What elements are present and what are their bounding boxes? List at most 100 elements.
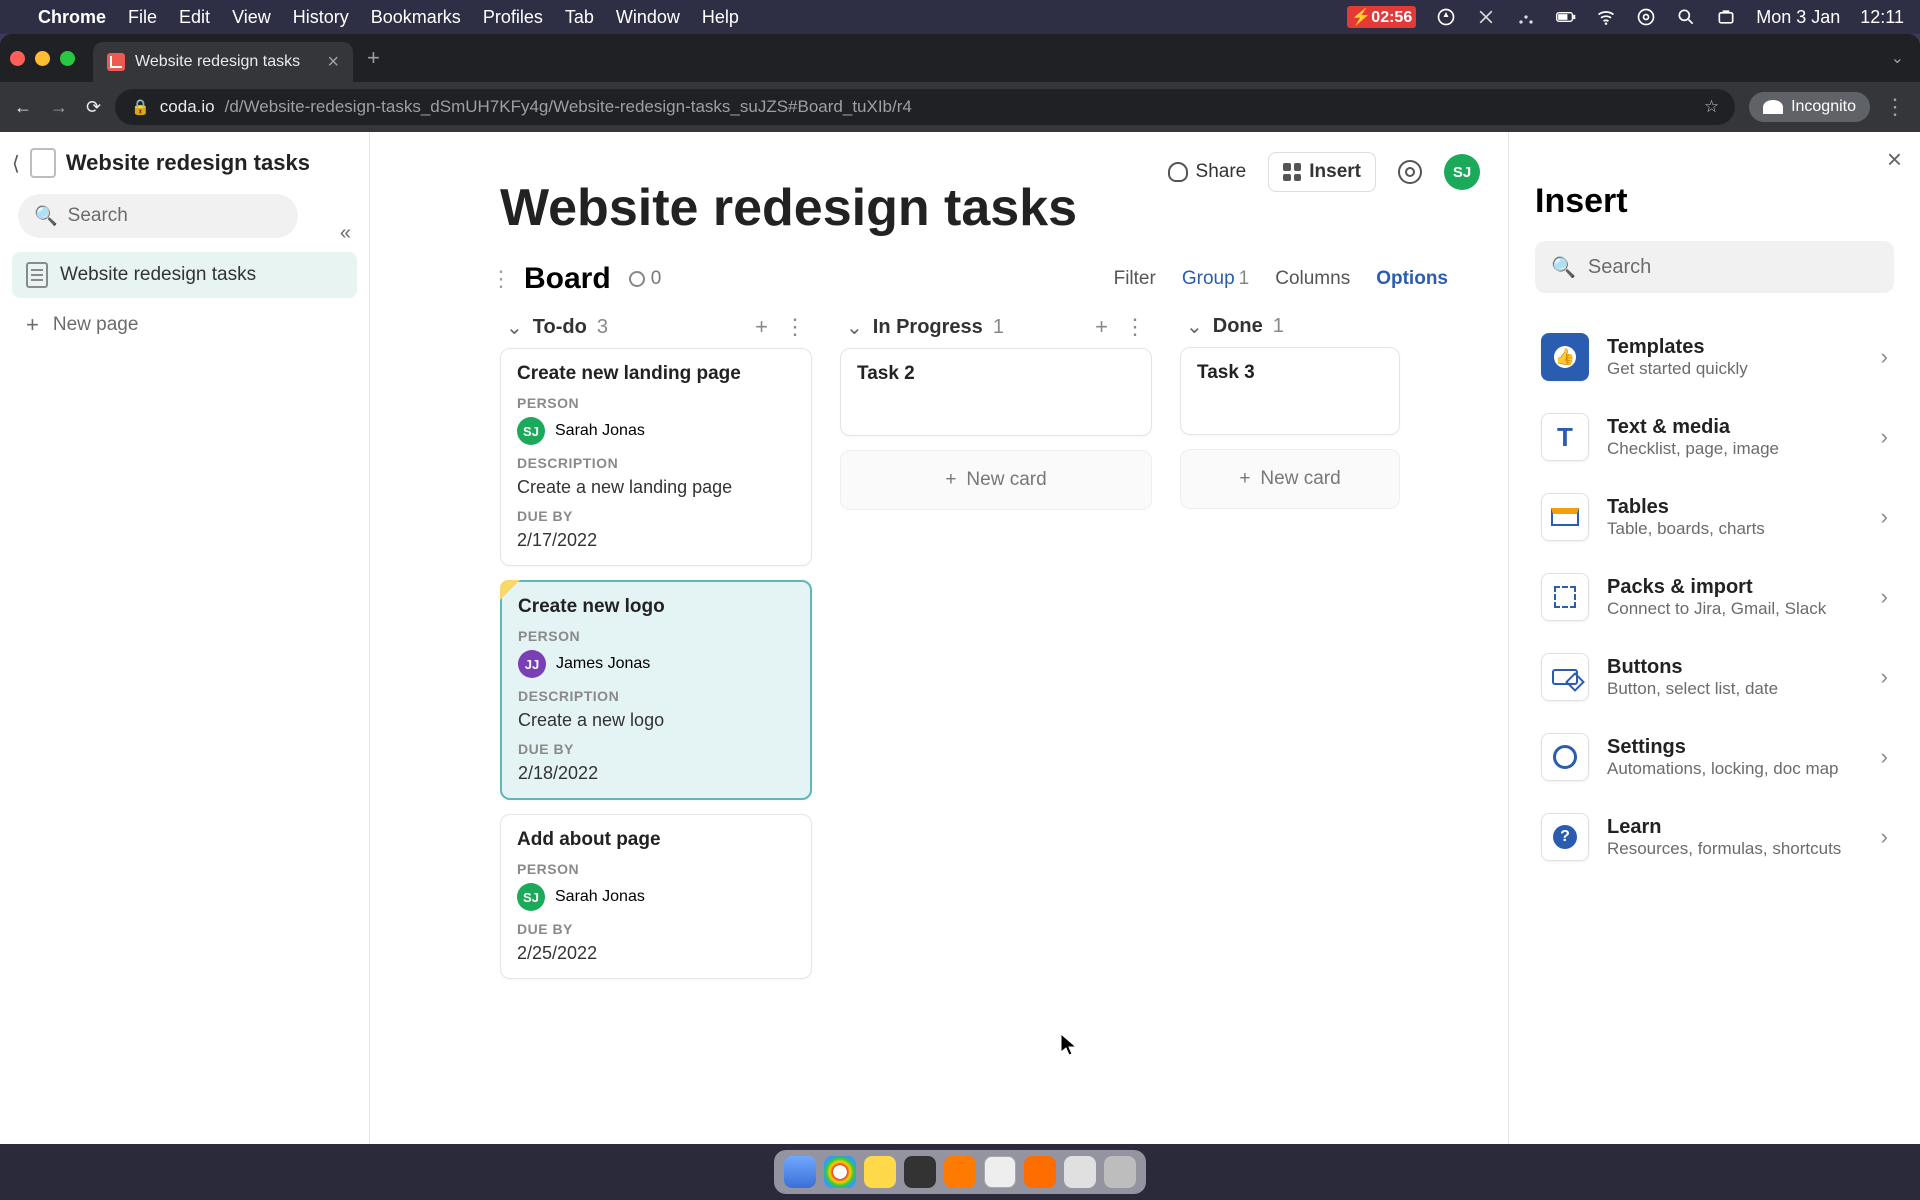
incognito-badge[interactable]: Incognito xyxy=(1749,92,1870,122)
dock-app-7[interactable] xyxy=(1024,1156,1056,1188)
collapse-column-icon[interactable]: ⌄ xyxy=(846,315,863,340)
menu-help[interactable]: Help xyxy=(702,7,739,28)
address-bar[interactable]: 🔒 coda.io/d/Website-redesign-tasks_dSmUH… xyxy=(115,89,1735,125)
card-title: Create new logo xyxy=(518,596,794,618)
collapse-column-icon[interactable]: ⌄ xyxy=(506,315,523,340)
column-title[interactable]: In Progress xyxy=(873,316,983,339)
new-card-label: New card xyxy=(1260,468,1340,490)
page-icon xyxy=(26,262,48,288)
insert-item-text[interactable]: T Text & mediaChecklist, page, image › xyxy=(1535,397,1894,477)
insert-item-subtitle: Automations, locking, doc map xyxy=(1607,759,1839,779)
dock-app-5[interactable] xyxy=(944,1156,976,1188)
field-label-due: DUE BY xyxy=(517,508,795,524)
reload-button[interactable]: ⟳ xyxy=(86,97,101,118)
menu-window[interactable]: Window xyxy=(616,7,680,28)
board-header: ⋮ Board 0 Filter Group1 Columns Options xyxy=(490,262,1508,296)
menubar-time[interactable]: 12:11 xyxy=(1860,7,1904,28)
dock-app-finder[interactable] xyxy=(784,1156,816,1188)
columns-button[interactable]: Columns xyxy=(1275,268,1350,290)
status-icon-1[interactable] xyxy=(1436,7,1456,27)
menu-edit[interactable]: Edit xyxy=(179,7,210,28)
dock-app-terminal[interactable] xyxy=(904,1156,936,1188)
dock-app-notes[interactable] xyxy=(864,1156,896,1188)
board-card[interactable]: Task 3 xyxy=(1180,347,1400,435)
spotlight-icon[interactable] xyxy=(1676,7,1696,27)
dock-app-chrome[interactable] xyxy=(824,1156,856,1188)
menu-view[interactable]: View xyxy=(232,7,271,28)
insert-item-packs[interactable]: Packs & importConnect to Jira, Gmail, Sl… xyxy=(1535,557,1894,637)
insert-item-templates[interactable]: 👍 TemplatesGet started quickly › xyxy=(1535,317,1894,397)
forward-button[interactable]: → xyxy=(50,97,68,118)
new-card-button[interactable]: + New card xyxy=(1180,449,1400,509)
insert-item-buttons[interactable]: ButtonsButton, select list, date › xyxy=(1535,637,1894,717)
menubar-date[interactable]: Mon 3 Jan xyxy=(1756,7,1840,28)
back-button[interactable]: ← xyxy=(14,97,32,118)
group-button[interactable]: Group1 xyxy=(1182,268,1249,290)
insert-panel-title: Insert xyxy=(1535,182,1894,221)
dock-app-6[interactable] xyxy=(984,1156,1016,1188)
menu-bookmarks[interactable]: Bookmarks xyxy=(371,7,461,28)
menu-history[interactable]: History xyxy=(293,7,349,28)
maximize-window-button[interactable] xyxy=(60,51,75,66)
battery-indicator[interactable]: ⚡02:56 xyxy=(1347,6,1416,28)
tab-close-button[interactable]: × xyxy=(327,51,339,74)
filter-button[interactable]: Filter xyxy=(1114,268,1156,290)
collapse-sidebar-button[interactable]: « xyxy=(340,222,351,245)
sidebar-back-button[interactable]: ⟨ xyxy=(12,151,20,176)
new-page-button[interactable]: + New page xyxy=(12,298,357,352)
new-card-button[interactable]: + New card xyxy=(840,450,1152,510)
insert-item-tables[interactable]: TablesTable, boards, charts › xyxy=(1535,477,1894,557)
board-backlinks[interactable]: 0 xyxy=(629,268,662,290)
collapse-column-icon[interactable]: ⌄ xyxy=(1186,314,1203,339)
insert-item-settings[interactable]: SettingsAutomations, locking, doc map › xyxy=(1535,717,1894,797)
wifi-icon[interactable] xyxy=(1596,7,1616,27)
sidebar-page-item[interactable]: Website redesign tasks xyxy=(12,252,357,298)
status-icon-3[interactable] xyxy=(1516,7,1536,27)
user-avatar[interactable]: SJ xyxy=(1444,154,1480,190)
sidebar-doc-title[interactable]: Website redesign tasks xyxy=(66,150,310,176)
close-panel-button[interactable]: × xyxy=(1887,144,1902,175)
options-button[interactable]: Options xyxy=(1376,268,1448,290)
bookmark-star-icon[interactable]: ☆ xyxy=(1704,97,1719,117)
app-menu[interactable]: Chrome xyxy=(38,7,106,28)
add-card-button[interactable]: + xyxy=(1095,314,1108,340)
close-window-button[interactable] xyxy=(10,51,25,66)
column-header: ⌄ Done 1 xyxy=(1180,306,1400,347)
new-tab-button[interactable]: + xyxy=(367,45,380,71)
dock-app-8[interactable] xyxy=(1064,1156,1096,1188)
board-toolbar: Filter Group1 Columns Options xyxy=(1114,268,1448,290)
menu-file[interactable]: File xyxy=(128,7,157,28)
browser-menu-button[interactable]: ⋮ xyxy=(1884,94,1906,120)
column-title[interactable]: Done xyxy=(1213,315,1263,338)
search-icon: 🔍 xyxy=(1551,255,1576,280)
tab-overflow-button[interactable]: ⌄ xyxy=(1891,48,1904,68)
add-card-button[interactable]: + xyxy=(755,314,768,340)
settings-button[interactable] xyxy=(1398,160,1422,184)
column-menu-button[interactable]: ⋮ xyxy=(1124,314,1146,340)
browser-tab[interactable]: Website redesign tasks × xyxy=(93,42,353,82)
board-card[interactable]: Create new landing page PERSON SJ Sarah … xyxy=(500,348,812,566)
minimize-window-button[interactable] xyxy=(35,51,50,66)
column-menu-button[interactable]: ⋮ xyxy=(784,314,806,340)
board-card[interactable]: Task 2 xyxy=(840,348,1152,436)
control-center-icon[interactable] xyxy=(1636,7,1656,27)
drag-handle-icon[interactable]: ⋮ xyxy=(490,266,512,292)
column-title[interactable]: To-do xyxy=(533,316,587,339)
status-icon-2[interactable] xyxy=(1476,7,1496,27)
share-button[interactable]: Share xyxy=(1168,161,1247,183)
toolbox-icon[interactable] xyxy=(1716,7,1736,27)
dock-app-trash[interactable] xyxy=(1104,1156,1136,1188)
insert-item-learn[interactable]: ? LearnResources, formulas, shortcuts › xyxy=(1535,797,1894,877)
board-card[interactable]: Create new logo PERSON JJ James Jonas DE… xyxy=(500,580,812,800)
due-value: 2/25/2022 xyxy=(517,943,795,964)
board-card[interactable]: Add about page PERSON SJ Sarah Jonas DUE… xyxy=(500,814,812,979)
chevron-right-icon: › xyxy=(1881,744,1888,770)
sidebar-search[interactable]: 🔍 Search xyxy=(18,194,298,238)
person-icon xyxy=(1168,162,1188,182)
insert-button[interactable]: Insert xyxy=(1268,152,1376,192)
menu-profiles[interactable]: Profiles xyxy=(483,7,543,28)
insert-search[interactable]: 🔍 Search xyxy=(1535,241,1894,293)
battery-icon[interactable] xyxy=(1556,7,1576,27)
board-title[interactable]: Board xyxy=(524,262,611,296)
menu-tab[interactable]: Tab xyxy=(565,7,594,28)
